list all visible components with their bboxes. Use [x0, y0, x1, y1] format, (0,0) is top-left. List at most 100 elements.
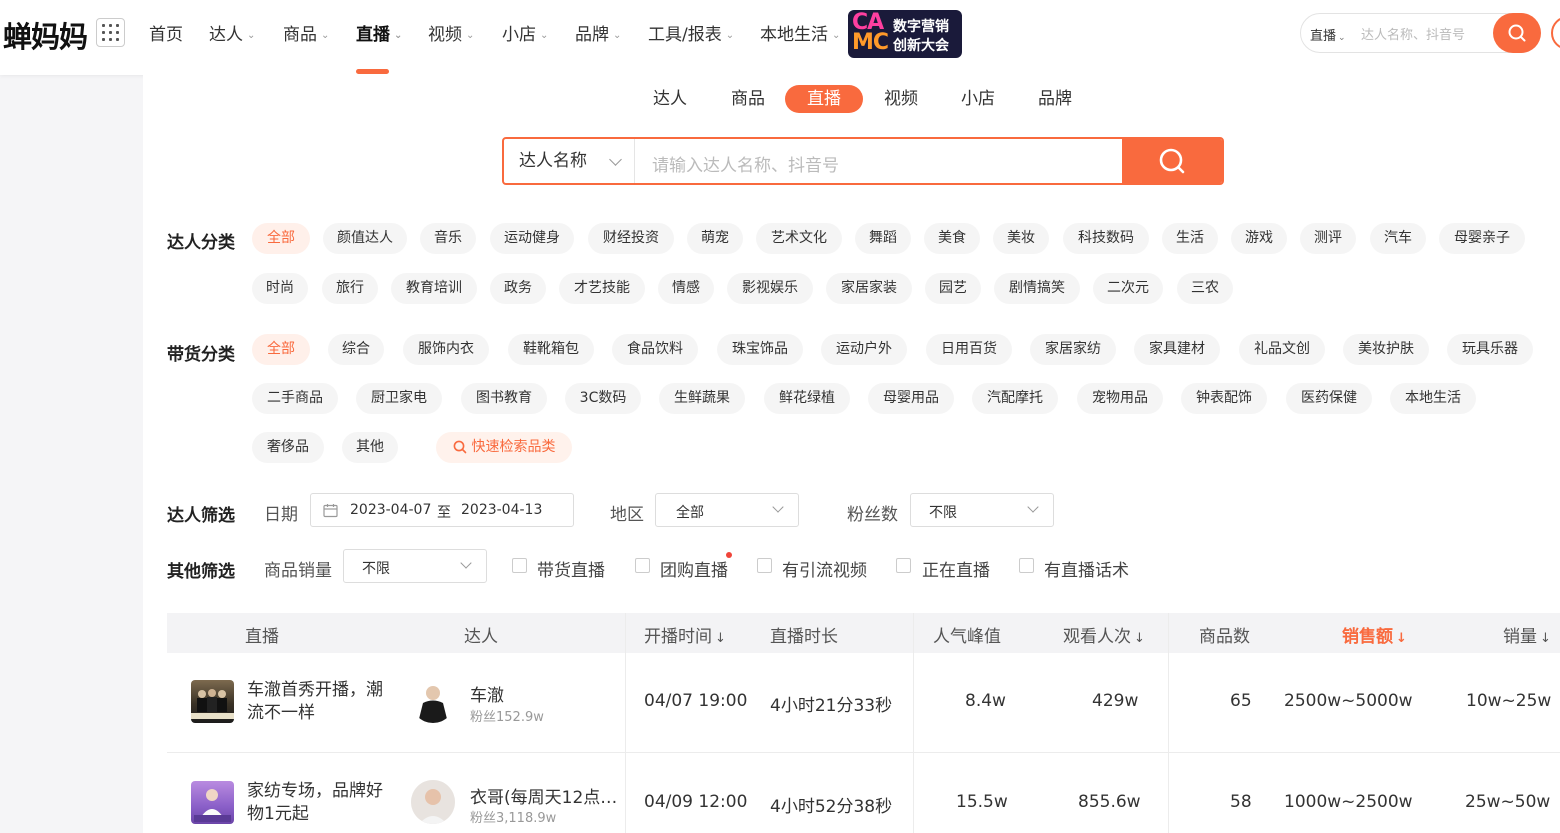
- goods-cat-chip[interactable]: 服饰内衣: [403, 334, 489, 365]
- talent-cat-chip[interactable]: 游戏: [1231, 223, 1287, 254]
- talent-cat-chip[interactable]: 美食: [924, 223, 980, 254]
- goods-cat-chip[interactable]: 家具建材: [1134, 334, 1220, 365]
- goods-cat-chip[interactable]: 奢侈品: [252, 432, 324, 463]
- th-peak[interactable]: 人气峰值: [933, 622, 1001, 647]
- talent-cat-chip[interactable]: 艺术文化: [756, 223, 842, 254]
- nav-goods[interactable]: 商品 ⌄: [283, 20, 329, 45]
- checkbox-live-now[interactable]: [896, 558, 911, 573]
- tab-talent[interactable]: 达人: [640, 85, 700, 113]
- goods-cat-chip[interactable]: 其他: [342, 432, 398, 463]
- goods-cat-chip[interactable]: 鲜花绿植: [764, 383, 850, 414]
- th-start-time[interactable]: 开播时间 ↓: [644, 622, 726, 647]
- talent-name[interactable]: 衣哥(每周天12点…: [470, 783, 617, 808]
- tab-goods[interactable]: 商品: [718, 85, 778, 113]
- talent-cat-chip[interactable]: 全部: [252, 223, 310, 254]
- talent-cat-chip[interactable]: 情感: [658, 273, 714, 304]
- checkbox-traffic-video[interactable]: [757, 558, 772, 573]
- sales-select[interactable]: 不限: [343, 549, 487, 583]
- goods-cat-chip[interactable]: 全部: [252, 334, 310, 365]
- talent-cat-chip[interactable]: 测评: [1300, 223, 1356, 254]
- talent-cat-chip[interactable]: 财经投资: [588, 223, 674, 254]
- goods-cat-chip[interactable]: 礼品文创: [1239, 334, 1325, 365]
- talent-cat-chip[interactable]: 科技数码: [1063, 223, 1149, 254]
- top-search-scope-select[interactable]: 直播 ⌄: [1310, 25, 1346, 44]
- region-select[interactable]: 全部: [655, 493, 799, 527]
- goods-cat-chip[interactable]: 医药保健: [1286, 383, 1372, 414]
- goods-cat-chip[interactable]: 本地生活: [1390, 383, 1476, 414]
- talent-cat-chip[interactable]: 母婴亲子: [1439, 223, 1525, 254]
- search-input[interactable]: 请输入达人名称、抖音号: [652, 151, 839, 176]
- th-views[interactable]: 观看人次 ↓: [1063, 622, 1145, 647]
- talent-cat-chip[interactable]: 运动健身: [490, 223, 574, 254]
- goods-cat-chip[interactable]: 食品饮料: [612, 334, 698, 365]
- talent-cat-chip[interactable]: 音乐: [420, 223, 476, 254]
- search-scope-select[interactable]: 达人名称: [504, 139, 635, 183]
- top-search-input[interactable]: 达人名称、抖音号: [1361, 24, 1465, 43]
- th-goods-count[interactable]: 商品数: [1199, 622, 1250, 647]
- nav-live[interactable]: 直播 ⌄: [356, 20, 402, 45]
- talent-avatar[interactable]: [411, 780, 455, 824]
- nav-home[interactable]: 首页: [149, 20, 183, 45]
- goods-cat-chip[interactable]: 鞋靴箱包: [508, 334, 594, 365]
- goods-cat-chip[interactable]: 钟表配饰: [1181, 383, 1267, 414]
- tab-brand[interactable]: 品牌: [1025, 85, 1085, 113]
- nav-brand[interactable]: 品牌 ⌄: [575, 20, 621, 45]
- goods-cat-chip[interactable]: 生鲜蔬果: [659, 383, 745, 414]
- live-title[interactable]: 车澈首秀开播，潮流不一样: [247, 679, 397, 725]
- tab-live[interactable]: 直播: [785, 85, 863, 113]
- nav-local-life[interactable]: 本地生活 ⌄: [760, 20, 840, 45]
- talent-cat-chip[interactable]: 影视娱乐: [727, 273, 813, 304]
- user-avatar[interactable]: [1551, 16, 1560, 50]
- goods-cat-chip[interactable]: 汽配摩托: [972, 383, 1058, 414]
- talent-cat-chip[interactable]: 才艺技能: [559, 273, 645, 304]
- camc-banner[interactable]: CA MC 数字营销 创新大会: [848, 10, 962, 58]
- talent-cat-chip[interactable]: 时尚: [252, 273, 308, 304]
- nav-talent[interactable]: 达人 ⌄: [209, 20, 255, 45]
- checkbox-group-buy[interactable]: [635, 558, 650, 573]
- apps-grid-icon[interactable]: [96, 18, 125, 47]
- goods-cat-chip[interactable]: 家居家纺: [1030, 334, 1116, 365]
- goods-cat-chip[interactable]: 日用百货: [926, 334, 1012, 365]
- nav-video[interactable]: 视频 ⌄: [428, 20, 474, 45]
- th-sales[interactable]: 销量 ↓: [1503, 622, 1551, 647]
- talent-cat-chip[interactable]: 萌宠: [687, 223, 743, 254]
- talent-avatar[interactable]: [411, 679, 455, 723]
- nav-tools[interactable]: 工具/报表 ⌄: [648, 20, 734, 45]
- goods-cat-chip[interactable]: 图书教育: [461, 383, 547, 414]
- talent-cat-chip[interactable]: 剧情搞笑: [994, 273, 1080, 304]
- date-range-picker[interactable]: 2023-04-07 至 2023-04-13: [310, 493, 574, 527]
- live-cover-thumbnail[interactable]: [191, 781, 234, 824]
- goods-cat-chip[interactable]: 3C数码: [565, 383, 641, 414]
- goods-cat-chip[interactable]: 宠物用品: [1077, 383, 1163, 414]
- talent-cat-chip[interactable]: 教育培训: [391, 273, 477, 304]
- live-cover-thumbnail[interactable]: [191, 680, 234, 723]
- quick-category-search-button[interactable]: 快速检索品类: [436, 432, 572, 463]
- talent-cat-chip[interactable]: 汽车: [1370, 223, 1426, 254]
- goods-cat-chip[interactable]: 运动户外: [821, 334, 907, 365]
- talent-name[interactable]: 车澈: [470, 681, 504, 706]
- talent-cat-chip[interactable]: 生活: [1162, 223, 1218, 254]
- talent-cat-chip[interactable]: 家居家装: [826, 273, 912, 304]
- talent-cat-chip[interactable]: 颜值达人: [323, 223, 407, 254]
- th-revenue[interactable]: 销售额 ↓: [1342, 622, 1407, 647]
- tab-shop[interactable]: 小店: [948, 85, 1008, 113]
- goods-cat-chip[interactable]: 美妆护肤: [1343, 334, 1429, 365]
- logo[interactable]: 蝉妈妈: [3, 14, 88, 56]
- nav-shop[interactable]: 小店 ⌄: [502, 20, 548, 45]
- fans-select[interactable]: 不限: [910, 493, 1054, 527]
- search-button[interactable]: [1122, 139, 1222, 183]
- top-search-button[interactable]: [1493, 13, 1541, 53]
- talent-cat-chip[interactable]: 美妆: [993, 223, 1049, 254]
- goods-cat-chip[interactable]: 母婴用品: [868, 383, 954, 414]
- goods-cat-chip[interactable]: 厨卫家电: [356, 383, 442, 414]
- live-title[interactable]: 家纺专场，品牌好物1元起: [247, 780, 397, 826]
- talent-cat-chip[interactable]: 园艺: [925, 273, 981, 304]
- checkbox-live-script[interactable]: [1019, 558, 1034, 573]
- tab-video[interactable]: 视频: [871, 85, 931, 113]
- talent-cat-chip[interactable]: 二次元: [1093, 273, 1163, 304]
- talent-cat-chip[interactable]: 舞蹈: [855, 223, 911, 254]
- goods-cat-chip[interactable]: 珠宝饰品: [717, 334, 803, 365]
- checkbox-live-selling[interactable]: [512, 558, 527, 573]
- goods-cat-chip[interactable]: 玩具乐器: [1447, 334, 1533, 365]
- talent-cat-chip[interactable]: 三农: [1177, 273, 1233, 304]
